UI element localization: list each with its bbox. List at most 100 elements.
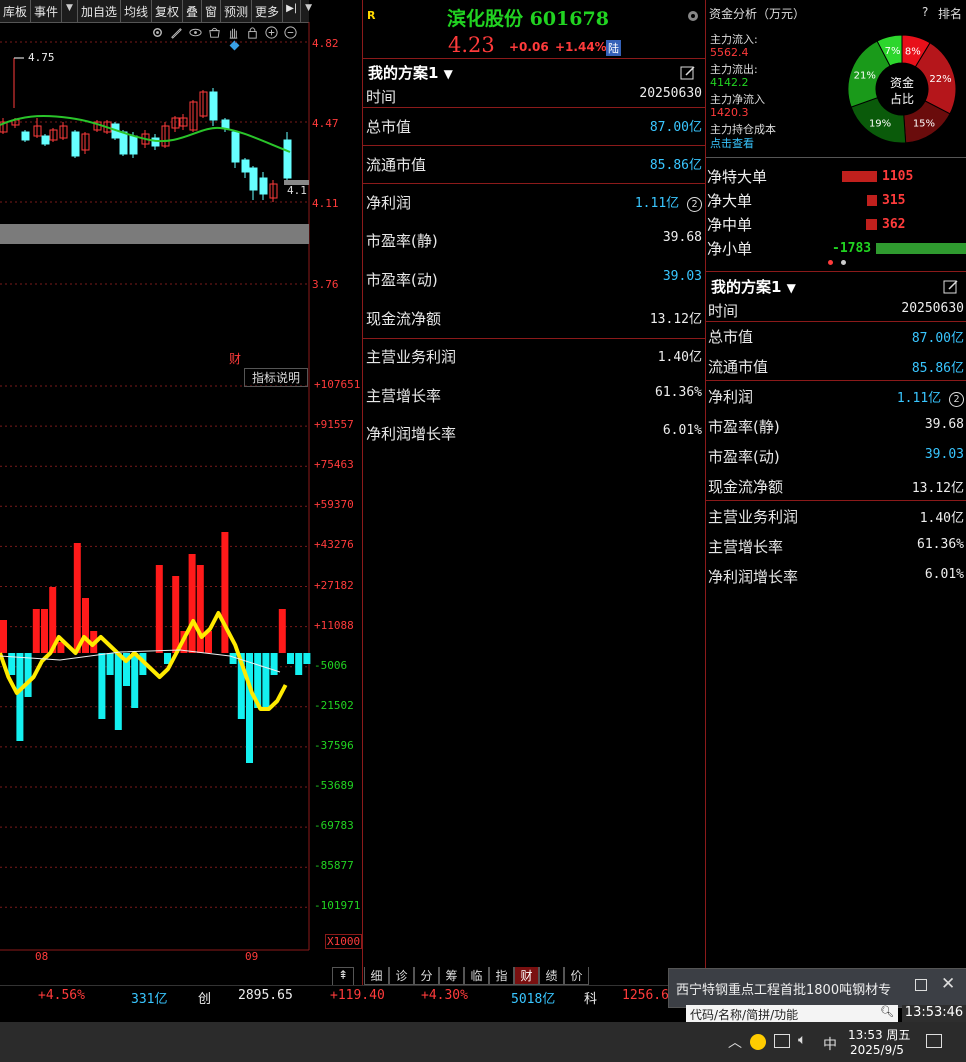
toolbar-dropdown[interactable]: ▼ <box>62 0 78 22</box>
bottom-tab[interactable]: 价 <box>564 967 589 985</box>
flow-label: 净中单 <box>707 216 753 234</box>
help-button[interactable]: ? <box>922 5 928 19</box>
bottom-tab[interactable]: 细 <box>364 967 389 985</box>
taskbar-time[interactable]: 13:53 周五 <box>848 1026 910 1043</box>
scheme-row[interactable]: 流通市值 85.86亿 <box>364 144 704 182</box>
toolbar-kuban[interactable]: 库板 <box>0 0 32 22</box>
scheme-row-value: 39.68 <box>662 230 702 245</box>
edit-icon-2[interactable] <box>943 279 959 295</box>
search-icon[interactable]: 🔍︎ <box>880 1005 894 1018</box>
finance-marker[interactable]: 财 <box>229 350 241 367</box>
info-badge-icon[interactable]: 2 <box>949 392 964 407</box>
outflow-label: 主力流出: <box>710 63 758 76</box>
toolbar-more[interactable]: 更多 <box>252 0 284 22</box>
scheme-row-label: 净利润 <box>366 194 412 212</box>
scheme-row-2[interactable]: 主营增长率 61.36% <box>706 530 966 560</box>
scheme-row[interactable]: 主营增长率 61.36% <box>364 375 704 413</box>
toolbar-forecast[interactable]: 预测 <box>221 0 253 22</box>
scheme-row-value: 13.12亿 <box>911 481 964 496</box>
flow-bar <box>98 653 106 719</box>
bottom-tab[interactable]: 临 <box>464 967 489 985</box>
scheme-row-label: 主营增长率 <box>366 387 442 405</box>
ime-indicator[interactable]: 中 <box>823 1034 837 1054</box>
scheme-row-value: 1.11亿 2 <box>635 192 702 212</box>
bottom-tab[interactable]: 诊 <box>389 967 414 985</box>
flow-value: 315 <box>882 193 906 208</box>
scheme-row-2[interactable]: 总市值 87.00亿 <box>706 320 966 350</box>
toolbar-add-watchlist[interactable]: 加自选 <box>78 0 121 22</box>
capital-flow-chart[interactable] <box>0 366 362 966</box>
pie-label: 7% <box>885 46 901 57</box>
holding-cost-link[interactable]: 点击查看 <box>710 135 754 151</box>
toolbar-events[interactable]: 事件 <box>31 0 63 22</box>
flow-bar <box>262 653 270 708</box>
toolbar-window[interactable]: 窗 <box>202 0 222 22</box>
flow-bar-positive <box>865 219 877 230</box>
bottom-tab[interactable]: 分 <box>414 967 439 985</box>
rank-button[interactable]: 排名 <box>938 5 962 22</box>
stock-price: 4.23 <box>448 33 495 57</box>
news-notification[interactable]: 西宁特钢重点工程首批1800吨钢材专 ✕ <box>668 968 966 1008</box>
network-icon[interactable] <box>774 1034 790 1048</box>
capital-axis-label: +11088 <box>314 618 354 632</box>
pie-center-label-2: 占比 <box>890 92 915 106</box>
inflow-label: 主力流入: <box>710 33 758 46</box>
toolbar-overlay[interactable]: 叠 <box>183 0 203 22</box>
bottom-tab[interactable]: 财 <box>514 967 539 985</box>
info-badge-icon[interactable]: 2 <box>687 197 702 212</box>
scheme-row[interactable]: 净利润 1.11亿 2 <box>364 182 704 220</box>
capital-axis-label: +27182 <box>314 578 354 592</box>
kline-chart[interactable] <box>0 22 362 366</box>
scheme-row[interactable]: 净利润增长率 6.01% <box>364 413 704 451</box>
scheme-row-2[interactable]: 流通市值 85.86亿 <box>706 350 966 380</box>
stock-change-pct: +1.44% <box>555 40 607 54</box>
toolbar-next[interactable]: ▶| <box>283 0 302 22</box>
status-index-2-name[interactable]: 创 <box>198 988 211 1007</box>
code-search-input[interactable]: 代码/名称/简拼/功能 🔍︎ <box>686 1005 898 1022</box>
scheme-row[interactable]: 市盈率(动) 39.03 <box>364 259 704 297</box>
scheme-row-2[interactable]: 市盈率(动) 39.03 <box>706 440 966 470</box>
status-index-2-value: 2895.65 <box>238 988 293 1003</box>
chart-toolbar: 库板 事件 ▼ 加自选 均线 复权 叠 窗 预测 更多 ▶| ▼ <box>0 0 312 23</box>
scheme-row-label: 净利润 <box>708 388 754 406</box>
bottom-tab[interactable]: 指 <box>489 967 514 985</box>
scheme-row-2[interactable]: 净利润增长率 6.01% <box>706 560 966 590</box>
capital-axis-label: -69783 <box>314 819 354 833</box>
toolbar-ma[interactable]: 均线 <box>121 0 152 22</box>
chevron-up-icon[interactable]: ︿ <box>728 1032 742 1052</box>
volume-icon[interactable]: 🔈︎ <box>798 1032 806 1048</box>
toolbar-dropdown-2[interactable]: ▼ <box>301 0 316 22</box>
capital-axis-label: -53689 <box>314 779 354 792</box>
scheme-row[interactable]: 市盈率(静) 39.68 <box>364 220 704 258</box>
high-price-mark: 4.75 <box>28 51 55 64</box>
close-icon[interactable]: ✕ <box>941 974 955 994</box>
flow-bar <box>106 653 114 675</box>
flow-bar-positive <box>867 195 877 206</box>
price-label-1: 4.82 <box>312 37 339 50</box>
scheme-row[interactable]: 现金流净额 13.12亿 <box>364 298 704 336</box>
scheme-row[interactable]: 主营业务利润 1.40亿 <box>364 336 704 374</box>
scheme-row-2[interactable]: 市盈率(静) 39.68 <box>706 410 966 440</box>
scheme-row-2[interactable]: 主营业务利润 1.40亿 <box>706 500 966 530</box>
bottom-tab[interactable]: 筹 <box>439 967 464 985</box>
page-dot-active[interactable] <box>828 260 833 265</box>
price-label-4: 3.76 <box>312 278 339 291</box>
scheme-row-label: 流通市值 <box>708 358 769 376</box>
notification-center-icon[interactable] <box>926 1034 942 1048</box>
indicator-help-button[interactable]: 指标说明 <box>244 368 308 387</box>
toolbar-adjust[interactable]: 复权 <box>152 0 183 22</box>
scheme-row-2[interactable]: 现金流净额 13.12亿 <box>706 470 966 500</box>
scheme-row-2[interactable]: 净利润 1.11亿 2 <box>706 380 966 410</box>
taskbar-date[interactable]: 2025/9/5 <box>850 1043 904 1057</box>
scheme-row-label: 总市值 <box>366 118 412 136</box>
status-index-3-name[interactable]: 科 <box>584 988 597 1007</box>
app-tray-icon[interactable] <box>750 1034 766 1050</box>
flow-bar <box>73 543 81 653</box>
page-dot[interactable] <box>841 260 846 265</box>
bottom-tab[interactable]: 绩 <box>539 967 564 985</box>
scheme-row[interactable]: 总市值 87.00亿 <box>364 106 704 144</box>
notification-text[interactable]: 西宁特钢重点工程首批1800吨钢材专 <box>676 979 896 998</box>
scroll-top-button[interactable]: ⇞ <box>332 967 354 986</box>
gear-icon[interactable] <box>685 8 701 24</box>
restore-icon[interactable] <box>915 979 927 991</box>
